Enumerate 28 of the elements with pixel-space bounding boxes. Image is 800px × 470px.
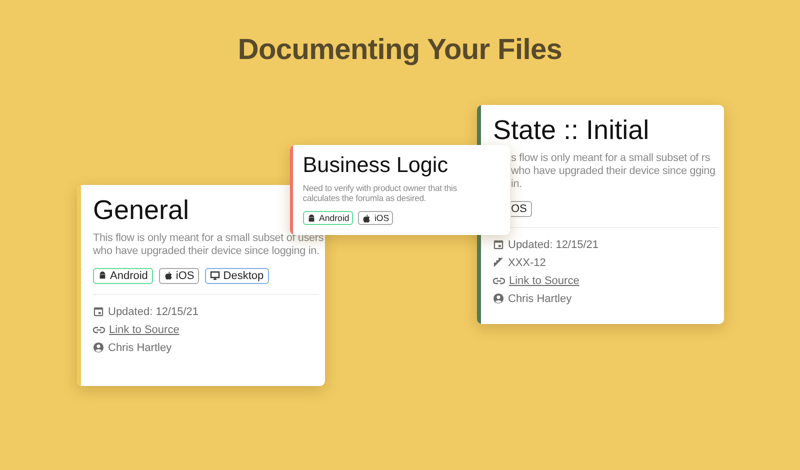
source-link[interactable]: Link to Source — [509, 272, 580, 290]
person-icon — [93, 342, 104, 354]
platform-tag: OS — [511, 200, 532, 217]
platform-tag: iOS — [158, 268, 200, 284]
platform-tag: Android — [302, 211, 354, 225]
author-name: Chris Hartley — [108, 340, 172, 356]
link-icon — [493, 276, 505, 285]
card-title: Business Logic — [302, 153, 448, 178]
updated-date: Updated: 12/15/21 — [108, 304, 199, 320]
author-name: Chris Hartley — [508, 292, 572, 307]
card-title: State :: Initial — [493, 115, 650, 146]
monitor-icon — [210, 271, 220, 280]
person-icon — [493, 293, 504, 304]
card-description: Need to verify with product owner that this calculates the forumla as desired. — [302, 182, 458, 204]
source-link[interactable]: Link to Source — [109, 320, 180, 339]
calendar-icon — [93, 306, 104, 318]
ticket-id: XXX-12 — [508, 256, 546, 271]
platform-tag: Desktop — [205, 268, 269, 284]
card-title: General — [93, 195, 190, 226]
platform-tag: Android — [93, 268, 153, 284]
platform-tag: iOS — [358, 211, 394, 225]
apple-icon — [362, 214, 372, 223]
page-heading: Documenting Your Files — [236, 33, 564, 67]
card-description: s flow is only meant for a small subset of rs who have upgraded their device since gging in. — [511, 152, 716, 191]
updated-date: Updated: 12/15/21 — [508, 238, 599, 253]
apple-icon — [164, 271, 173, 280]
link-icon — [93, 326, 105, 334]
calendar-icon — [493, 239, 504, 250]
